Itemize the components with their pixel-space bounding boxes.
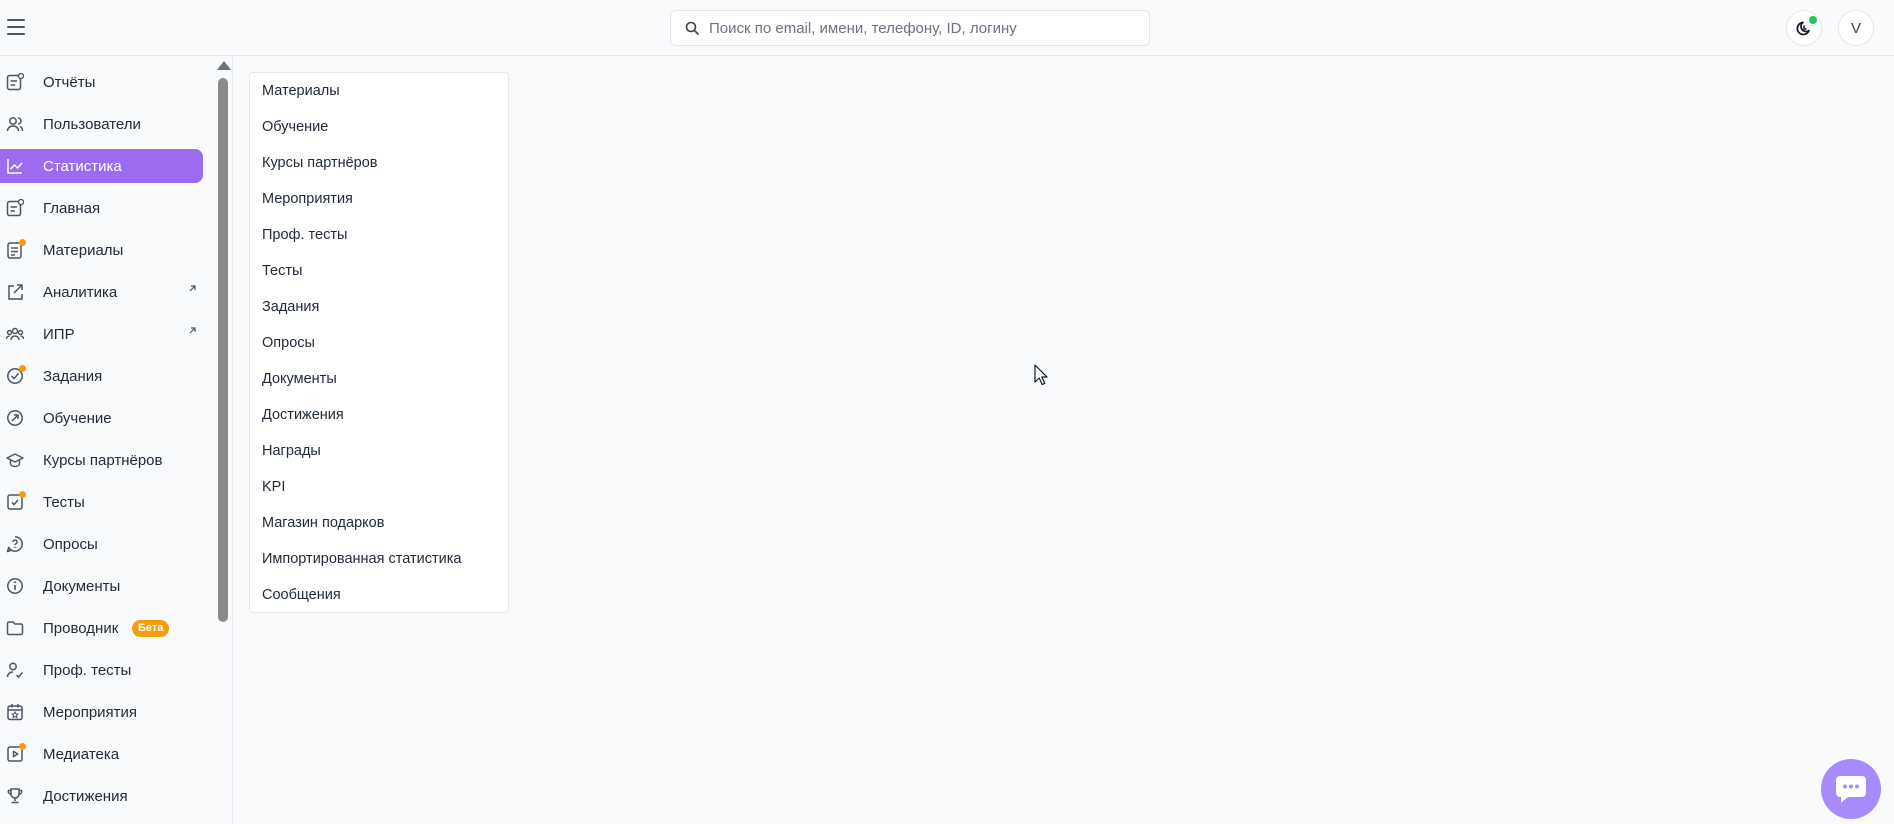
- search-icon: [685, 21, 699, 35]
- submenu-item-partner-courses[interactable]: Курсы партнёров: [262, 148, 378, 178]
- folder-icon: [6, 619, 24, 637]
- external-link-icon: [189, 285, 196, 292]
- sidebar-item-achievements[interactable]: Достижения: [0, 779, 203, 813]
- mouse-cursor-icon: [1034, 364, 1048, 386]
- graduation-cap-icon: [6, 451, 24, 469]
- submenu-item-tasks[interactable]: Задания: [262, 292, 319, 322]
- sidebar-item-materials[interactable]: Материалы: [0, 233, 203, 267]
- submenu-item-imported-statistics[interactable]: Импортированная статистика: [262, 544, 461, 574]
- report-icon: [6, 72, 25, 91]
- sidebar-item-label: ИПР: [43, 325, 75, 343]
- sidebar-item-label: Медиатека: [43, 745, 120, 763]
- submenu-item-gift-shop[interactable]: Магазин подарков: [262, 508, 384, 538]
- sidebar-item-statistics[interactable]: Статистика: [0, 149, 203, 183]
- sidebar-item-label: Документы: [43, 577, 121, 595]
- beta-badge: Бета: [132, 620, 170, 637]
- test-icon: [6, 491, 26, 511]
- external-analytics-icon: [6, 283, 24, 301]
- external-link-icon: [189, 327, 196, 334]
- sidebar-item-label: Отчёты: [43, 73, 96, 91]
- submenu-item-learning[interactable]: Обучение: [262, 112, 328, 142]
- sidebar-item-label: Материалы: [43, 241, 124, 259]
- theme-toggle-button[interactable]: [1786, 10, 1822, 46]
- sidebar-item-label: Проводник: [43, 619, 119, 637]
- submenu-item-documents[interactable]: Документы: [262, 364, 337, 394]
- sidebar-item-label: Задания: [43, 367, 103, 385]
- sidebar-item-users[interactable]: Пользователи: [0, 107, 203, 141]
- search-box[interactable]: [670, 10, 1150, 46]
- notification-dot: [19, 365, 26, 372]
- submenu-item-prof-tests[interactable]: Проф. тесты: [262, 220, 347, 250]
- users-icon: [6, 115, 24, 133]
- sidebar-item-label: Тесты: [43, 493, 85, 511]
- sidebar-item-label: Обучение: [43, 409, 112, 427]
- materials-icon: [6, 239, 26, 259]
- sidebar-item-label: Достижения: [43, 787, 128, 805]
- notification-dot: [19, 491, 26, 498]
- sidebar-item-label: Опросы: [43, 535, 98, 553]
- sidebar-item-events[interactable]: Мероприятия: [0, 695, 203, 729]
- sidebar-item-tests[interactable]: Тесты: [0, 485, 203, 519]
- survey-icon: [6, 535, 24, 553]
- sidebar-item-idp[interactable]: ИПР: [0, 317, 203, 351]
- team-icon: [5, 325, 25, 343]
- sidebar-item-label: Проф. тесты: [43, 661, 132, 679]
- sidebar-item-media[interactable]: Медиатека: [0, 737, 203, 771]
- sidebar-item-explorer[interactable]: Проводник Бета: [0, 611, 203, 645]
- sidebar-item-label: Статистика: [43, 157, 122, 175]
- learning-icon: [6, 409, 24, 427]
- submenu-item-messages[interactable]: Сообщения: [262, 580, 341, 610]
- online-indicator: [1809, 16, 1817, 24]
- sidebar-item-label: Курсы партнёров: [43, 451, 163, 469]
- sidebar-item-analytics[interactable]: Аналитика: [0, 275, 203, 309]
- user-check-icon: [6, 661, 24, 679]
- submenu-item-surveys[interactable]: Опросы: [262, 328, 315, 358]
- submenu-item-rewards[interactable]: Награды: [262, 436, 321, 466]
- calendar-star-icon: [6, 703, 24, 721]
- sidebar-item-label: Пользователи: [43, 115, 141, 133]
- chat-button[interactable]: [1821, 759, 1881, 819]
- sidebar-item-label: Аналитика: [43, 283, 118, 301]
- info-document-icon: [6, 577, 24, 595]
- sidebar-item-home[interactable]: Главная: [0, 191, 203, 225]
- sidebar-item-partner-courses[interactable]: Курсы партнёров: [0, 443, 203, 477]
- submenu-item-kpi[interactable]: KPI: [262, 472, 285, 502]
- sidebar-item-learning[interactable]: Обучение: [0, 401, 203, 435]
- submenu-item-events[interactable]: Мероприятия: [262, 184, 353, 214]
- sidebar-item-reports[interactable]: Отчёты: [0, 65, 203, 99]
- scroll-up-arrow[interactable]: [217, 61, 231, 70]
- media-icon: [6, 743, 26, 763]
- sidebar-item-documents[interactable]: Документы: [0, 569, 203, 603]
- sidebar-item-tasks[interactable]: Задания: [0, 359, 203, 393]
- sidebar-item-label: Главная: [43, 199, 101, 217]
- sidebar-scrollbar[interactable]: [218, 78, 228, 622]
- top-bar: V: [0, 0, 1894, 56]
- home-feed-icon: [6, 198, 25, 217]
- statistics-submenu: Материалы Обучение Курсы партнёров Мероп…: [249, 72, 509, 613]
- sidebar-item-surveys[interactable]: Опросы: [0, 527, 203, 561]
- submenu-item-tests[interactable]: Тесты: [262, 256, 302, 286]
- chart-line-icon: [6, 157, 24, 175]
- sidebar-item-label: Мероприятия: [43, 703, 138, 721]
- avatar[interactable]: V: [1838, 10, 1874, 46]
- notification-dot: [19, 239, 26, 246]
- sidebar: Отчёты Пользователи Статистика Главная М…: [0, 56, 233, 824]
- submenu-item-materials[interactable]: Материалы: [262, 76, 340, 106]
- search-input[interactable]: [709, 19, 1129, 37]
- chat-bubble-icon: [1836, 776, 1866, 803]
- submenu-item-achievements[interactable]: Достижения: [262, 400, 344, 430]
- trophy-icon: [6, 787, 24, 805]
- menu-icon[interactable]: [7, 19, 25, 35]
- notification-dot: [19, 743, 26, 750]
- sidebar-item-prof-tests[interactable]: Проф. тесты: [0, 653, 203, 687]
- task-check-icon: [6, 365, 26, 385]
